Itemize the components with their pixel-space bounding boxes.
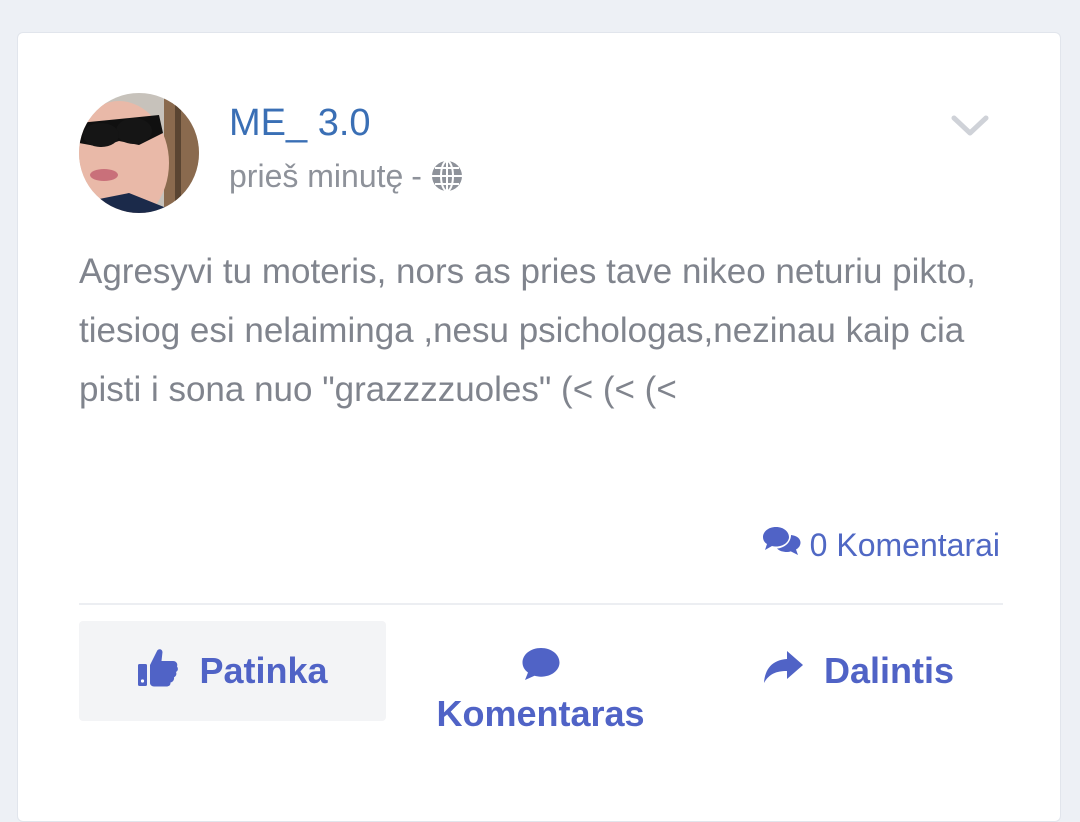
comment-button[interactable]: Komentaras	[418, 645, 663, 735]
post-card: ME_ 3.0 prieš minutę - Agresyvi tu moter…	[17, 32, 1061, 822]
divider	[79, 603, 1003, 605]
share-button[interactable]: Dalintis	[738, 621, 978, 721]
post-meta: prieš minutę -	[229, 154, 464, 198]
like-label: Patinka	[199, 650, 328, 691]
globe-icon	[430, 159, 464, 193]
meta-separator: -	[411, 157, 422, 194]
post-text: Agresyvi tu moteris, nors as pries tave …	[79, 252, 976, 409]
share-label: Dalintis	[823, 650, 955, 691]
thumbs-up-icon	[137, 646, 179, 697]
comment-label: Komentaras	[436, 692, 645, 734]
comments-count-label: 0 Komentarai	[809, 526, 1000, 563]
like-button[interactable]: Patinka	[79, 621, 386, 721]
comments-count-link[interactable]: 0 Komentarai	[762, 523, 1000, 567]
author-name[interactable]: ME_ 3.0	[229, 99, 371, 147]
avatar[interactable]	[79, 93, 199, 213]
comment-icon	[521, 646, 561, 691]
chevron-down-icon[interactable]	[950, 111, 990, 141]
comments-icon	[762, 525, 802, 565]
share-icon	[762, 649, 804, 694]
post-time: prieš minutę	[229, 157, 404, 194]
